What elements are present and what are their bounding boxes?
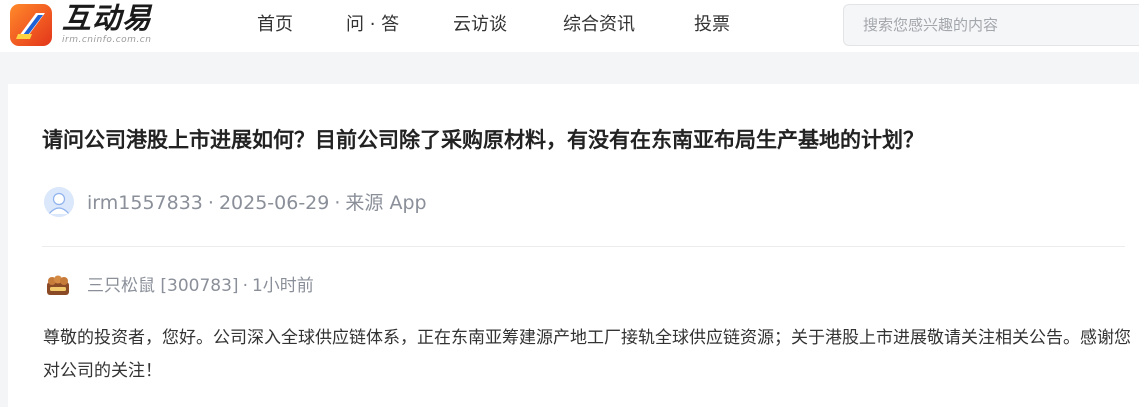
user-avatar-icon[interactable]: [44, 187, 74, 217]
logo-wordmark[interactable]: 互动易: [62, 1, 152, 35]
question-date: 2025-06-29: [218, 192, 330, 214]
asker-username[interactable]: irm1557833: [87, 192, 203, 214]
answer-time: 1小时前: [251, 276, 314, 296]
question-meta: irm1557833 · 2025-06-29 · 来源 App: [87, 190, 427, 216]
nav-news[interactable]: 综合资讯: [563, 13, 635, 37]
search-input[interactable]: [843, 4, 1139, 46]
top-header: 互动易 irm.cninfo.com.cn 首页 问 · 答 云访谈 综合资讯 …: [0, 0, 1139, 52]
meta-separator: ·: [334, 192, 341, 214]
nav-home[interactable]: 首页: [257, 13, 293, 37]
answer-meta: 三只松鼠 [300783] · 1小时前: [87, 274, 314, 298]
meta-separator: ·: [242, 276, 248, 296]
meta-separator: ·: [207, 192, 214, 214]
answer-body: 尊敬的投资者，您好。公司深入全球供应链体系，正在东南亚筹建源产地工厂接轨全球供应…: [43, 328, 1131, 381]
question-source: 来源 App: [345, 192, 427, 214]
question-title: 请问公司港股上市进展如何？目前公司除了采购原材料，有没有在东南亚布局生产基地的计…: [42, 128, 924, 152]
nav-qa[interactable]: 问 · 答: [346, 13, 399, 37]
company-name[interactable]: 三只松鼠 [300783]: [87, 276, 239, 296]
company-logo-icon[interactable]: [45, 273, 71, 299]
logo-domain: irm.cninfo.com.cn: [62, 35, 152, 45]
qa-card: 请问公司港股上市进展如何？目前公司除了采购原材料，有没有在东南亚布局生产基地的计…: [8, 84, 1139, 407]
divider: [42, 246, 1125, 247]
nav-cloud-interview[interactable]: 云访谈: [453, 13, 507, 37]
app-logo-icon[interactable]: [10, 4, 52, 46]
nav-vote[interactable]: 投票: [694, 13, 730, 37]
